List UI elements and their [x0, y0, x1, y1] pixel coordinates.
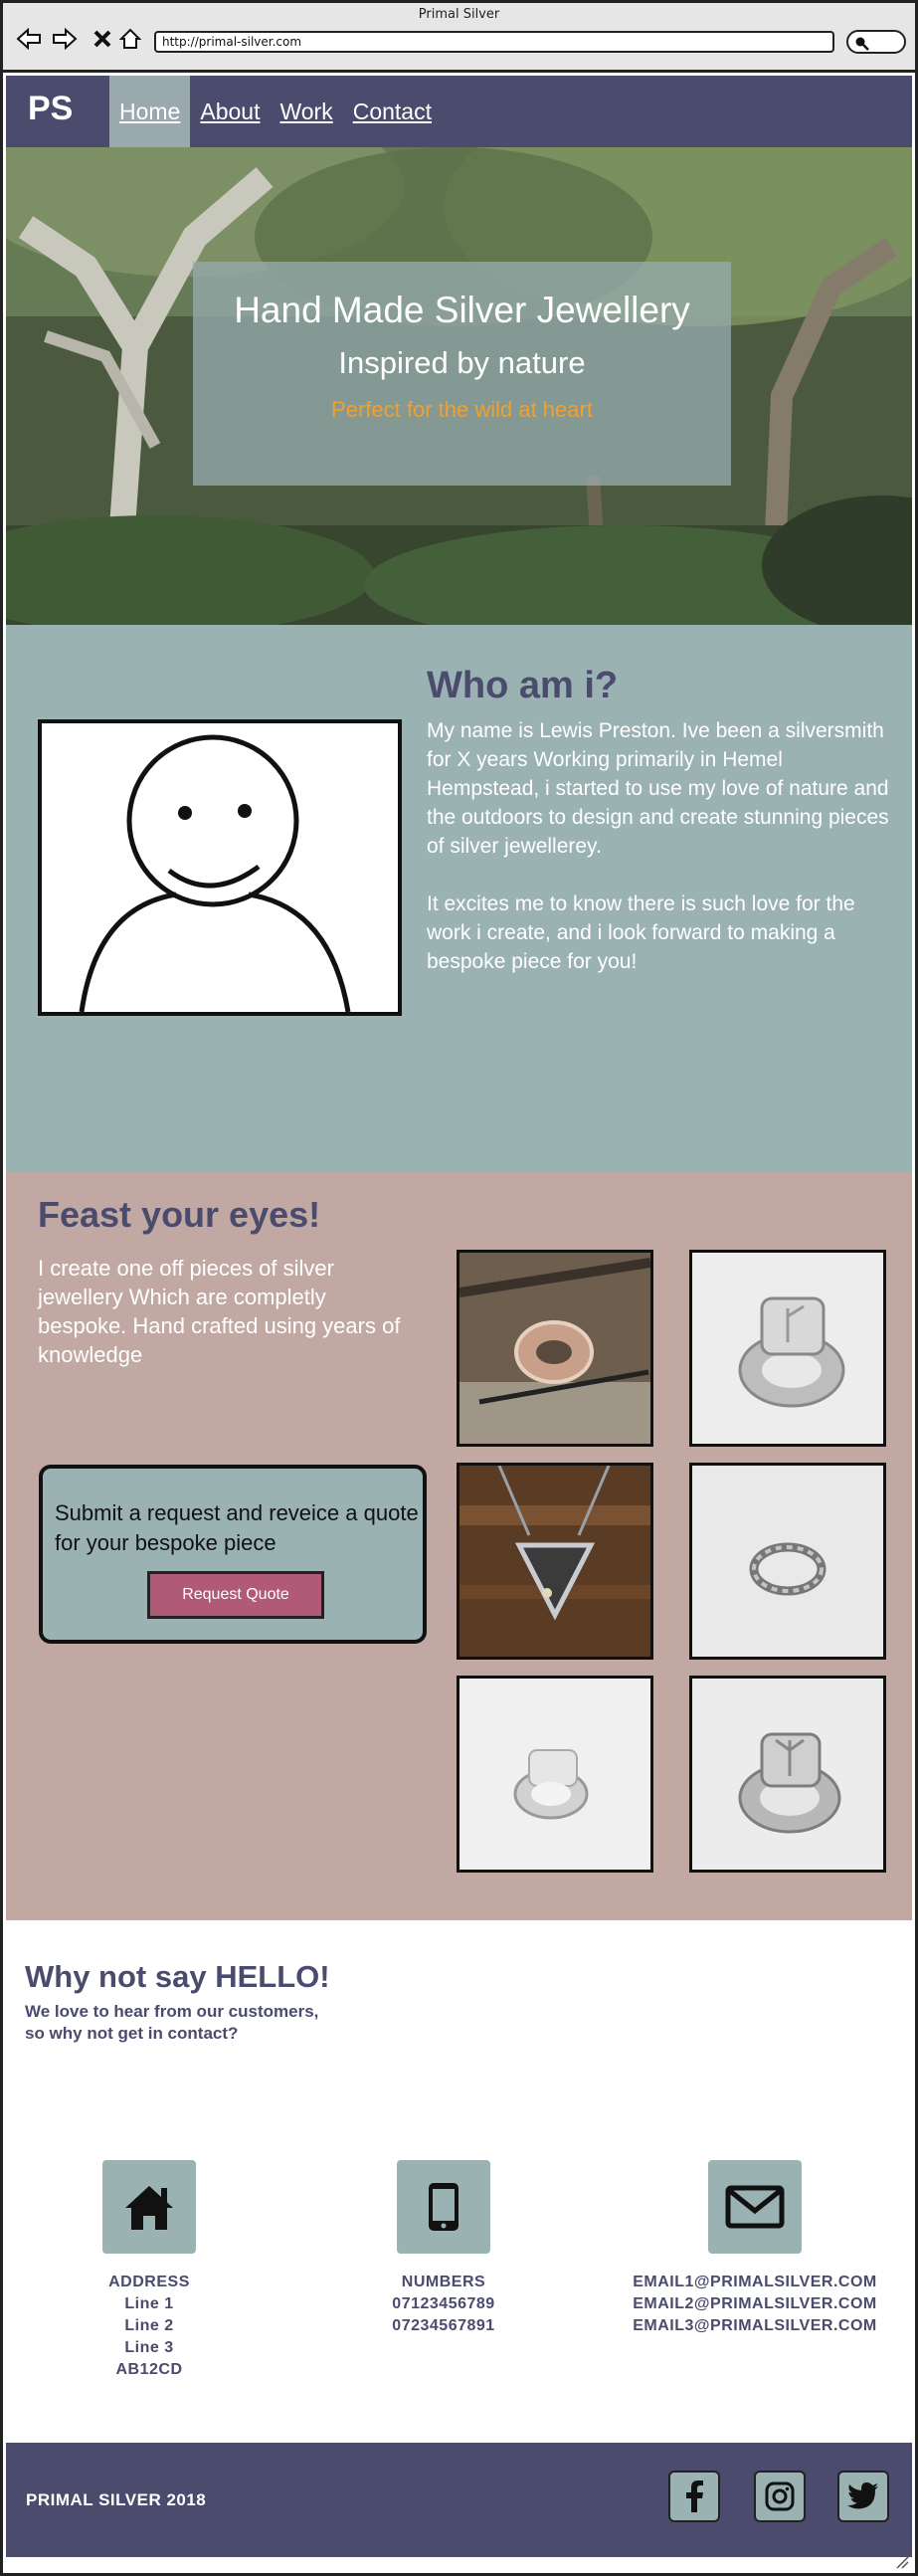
browser-titlebar: Primal Silver http://primal-silver.com [3, 3, 915, 73]
facebook-icon[interactable] [668, 2471, 720, 2522]
back-arrow-icon[interactable] [15, 25, 43, 53]
hero-tagline: Perfect for the wild at heart [331, 397, 593, 422]
contact-numbers: NUMBERS 07123456789 07234567891 [304, 2160, 583, 2337]
browser-window: Primal Silver http://primal-silver.com P… [0, 0, 918, 2576]
email-3[interactable]: EMAIL3@PRIMALSILVER.COM [616, 2315, 894, 2337]
site-logo[interactable]: PS [28, 90, 73, 128]
address-line-1: Line 1 [124, 2295, 174, 2312]
nav-link-work[interactable]: Work [270, 76, 342, 147]
work-heading: Feast your eyes! [38, 1194, 321, 1235]
resize-grip-icon[interactable] [893, 2555, 909, 2569]
contact-intro-line-2: so why not get in contact? [25, 2024, 239, 2043]
nav-links: Home About Work Contact [109, 76, 442, 147]
contact-heading: Why not say HELLO! [25, 1959, 330, 1994]
work-description: I create one off pieces of silver jewell… [38, 1256, 401, 1367]
numbers-label: NUMBERS [401, 2274, 486, 2290]
browser-search-field[interactable] [846, 30, 906, 54]
window-title: Primal Silver [418, 7, 500, 22]
address-label: ADDRESS [108, 2274, 190, 2290]
about-text: My name is Lewis Preston. Ive been a sil… [427, 716, 896, 1005]
address-line-3: Line 3 [124, 2339, 174, 2356]
hero-banner: Hand Made Silver Jewellery Inspired by n… [6, 147, 912, 625]
nav-link-contact[interactable]: Contact [343, 76, 442, 147]
home-nav-icon[interactable] [116, 25, 144, 53]
gallery-image-engraved-signet[interactable] [689, 1676, 886, 1873]
url-bar[interactable]: http://primal-silver.com [154, 31, 834, 53]
email-2[interactable]: EMAIL2@PRIMALSILVER.COM [616, 2293, 894, 2315]
gallery-image-white-ring[interactable] [457, 1676, 653, 1873]
hero-subtitle: Inspired by nature [338, 345, 586, 380]
envelope-icon[interactable] [708, 2160, 802, 2254]
gallery-image-triangle-pendant[interactable] [457, 1463, 653, 1660]
profile-avatar [38, 719, 402, 1016]
close-x-icon[interactable] [89, 25, 116, 53]
instagram-icon[interactable] [754, 2471, 806, 2522]
contact-emails: EMAIL1@PRIMALSILVER.COM EMAIL2@PRIMALSIL… [616, 2160, 894, 2337]
about-section: Who am i? My name is Lewis Preston. Ive … [6, 625, 912, 1172]
nav-link-home[interactable]: Home [109, 76, 191, 147]
quote-request-box: Submit a request and reveice a quote for… [39, 1465, 427, 1644]
site-navbar: PS Home About Work Contact [6, 76, 912, 147]
search-icon [855, 37, 869, 51]
home-icon[interactable] [102, 2160, 196, 2254]
site-footer: PRIMAL SILVER 2018 [6, 2443, 912, 2557]
phone-number-1[interactable]: 07123456789 [304, 2293, 583, 2315]
hero-title: Hand Made Silver Jewellery [234, 290, 690, 330]
quote-text: Submit a request and reveice a quote for… [55, 1500, 419, 1555]
about-heading: Who am i? [427, 665, 619, 706]
about-paragraph-1: My name is Lewis Preston. Ive been a sil… [427, 719, 889, 858]
gallery-image-ring-on-bark[interactable] [457, 1250, 653, 1447]
contact-intro-line-1: We love to hear from our customers, [25, 2002, 319, 2021]
footer-copyright: PRIMAL SILVER 2018 [26, 2490, 207, 2509]
work-section: Feast your eyes! I create one off pieces… [6, 1172, 912, 1920]
nav-link-about[interactable]: About [190, 76, 270, 147]
forward-arrow-icon[interactable] [51, 25, 79, 53]
contact-address: ADDRESS Line 1 Line 2 Line 3 AB12CD [10, 2160, 288, 2381]
smiley-person-icon [79, 734, 351, 1013]
email-1[interactable]: EMAIL1@PRIMALSILVER.COM [616, 2272, 894, 2293]
address-postcode: AB12CD [115, 2361, 183, 2378]
request-quote-button[interactable]: Request Quote [147, 1571, 324, 1619]
phone-number-2[interactable]: 07234567891 [304, 2315, 583, 2337]
about-paragraph-2: It excites me to know there is such love… [427, 892, 855, 973]
twitter-icon[interactable] [837, 2471, 889, 2522]
phone-icon[interactable] [397, 2160, 490, 2254]
contact-intro: We love to hear from our customers, so w… [25, 2001, 318, 2045]
hero-text-panel: Hand Made Silver Jewellery Inspired by n… [193, 262, 731, 486]
gallery-image-twisted-ring[interactable] [689, 1463, 886, 1660]
address-line-2: Line 2 [124, 2317, 174, 2334]
gallery-image-signet-ring[interactable] [689, 1250, 886, 1447]
